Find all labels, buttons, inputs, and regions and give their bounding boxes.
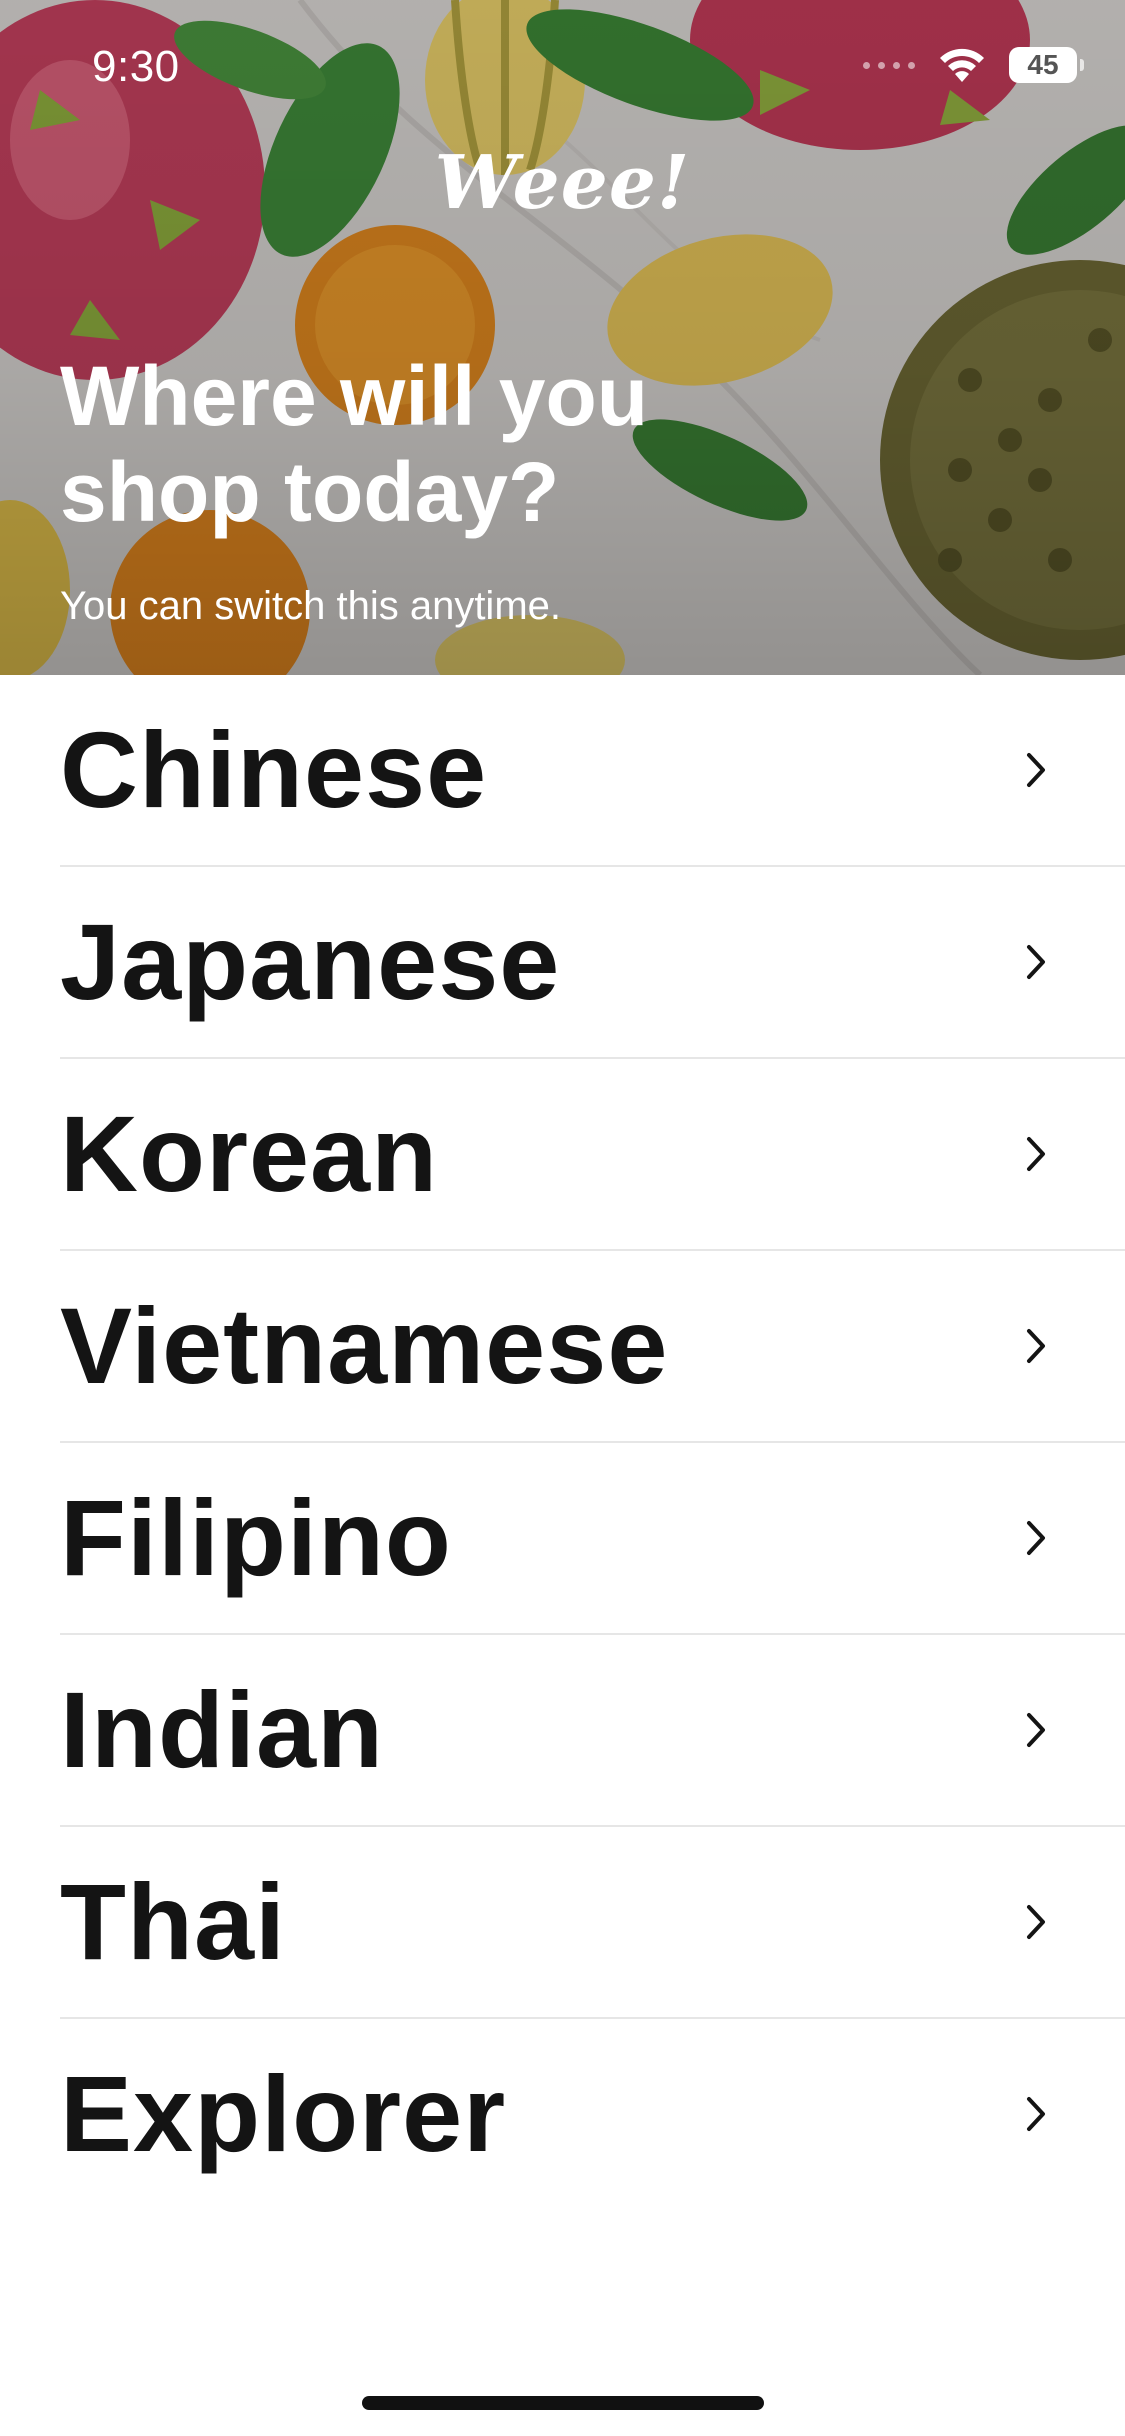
chevron-right-icon	[1027, 1329, 1045, 1363]
page-title: Where will you shop today?	[60, 348, 960, 540]
cuisine-item-indian[interactable]: Indian	[0, 1635, 1125, 1827]
cuisine-label: Filipino	[60, 1477, 452, 1598]
cuisine-item-chinese[interactable]: Chinese	[0, 675, 1125, 867]
cuisine-label: Indian	[60, 1669, 384, 1790]
status-icons: 45	[863, 46, 1084, 84]
page-title-line-2: shop today?	[60, 445, 560, 539]
cuisine-item-korean[interactable]: Korean	[0, 1059, 1125, 1251]
wifi-icon	[940, 48, 984, 82]
cuisine-item-explorer[interactable]: Explorer	[0, 2019, 1125, 2211]
cuisine-label: Japanese	[60, 901, 561, 1022]
status-time: 9:30	[92, 42, 180, 91]
cuisine-item-vietnamese[interactable]: Vietnamese	[0, 1251, 1125, 1443]
cuisine-label: Korean	[60, 1093, 439, 1214]
cuisine-list: Chinese Japanese Korean Vietnamese Filip…	[0, 675, 1125, 2211]
cuisine-item-thai[interactable]: Thai	[0, 1827, 1125, 2019]
home-indicator[interactable]	[362, 2396, 764, 2410]
cellular-signal-icon	[863, 61, 915, 69]
cuisine-label: Thai	[60, 1861, 287, 1982]
cuisine-item-japanese[interactable]: Japanese	[0, 867, 1125, 1059]
cuisine-item-filipino[interactable]: Filipino	[0, 1443, 1125, 1635]
page-subtitle: You can switch this anytime.	[60, 584, 561, 628]
cuisine-label: Chinese	[60, 709, 488, 830]
cuisine-label: Explorer	[60, 2053, 507, 2174]
chevron-right-icon	[1027, 1137, 1045, 1171]
hero-banner: 9:30 45 Weee! Where will you shop today?…	[0, 0, 1125, 675]
chevron-right-icon	[1027, 2097, 1045, 2131]
chevron-right-icon	[1027, 1713, 1045, 1747]
battery-icon: 45	[1009, 47, 1084, 83]
chevron-right-icon	[1027, 753, 1045, 787]
chevron-right-icon	[1027, 945, 1045, 979]
chevron-right-icon	[1027, 1905, 1045, 1939]
hero-overlay	[0, 0, 1125, 675]
page-title-line-1: Where will you	[60, 349, 649, 443]
chevron-right-icon	[1027, 1521, 1045, 1555]
weee-logo: Weee!	[434, 140, 691, 226]
cuisine-label: Vietnamese	[60, 1285, 669, 1406]
